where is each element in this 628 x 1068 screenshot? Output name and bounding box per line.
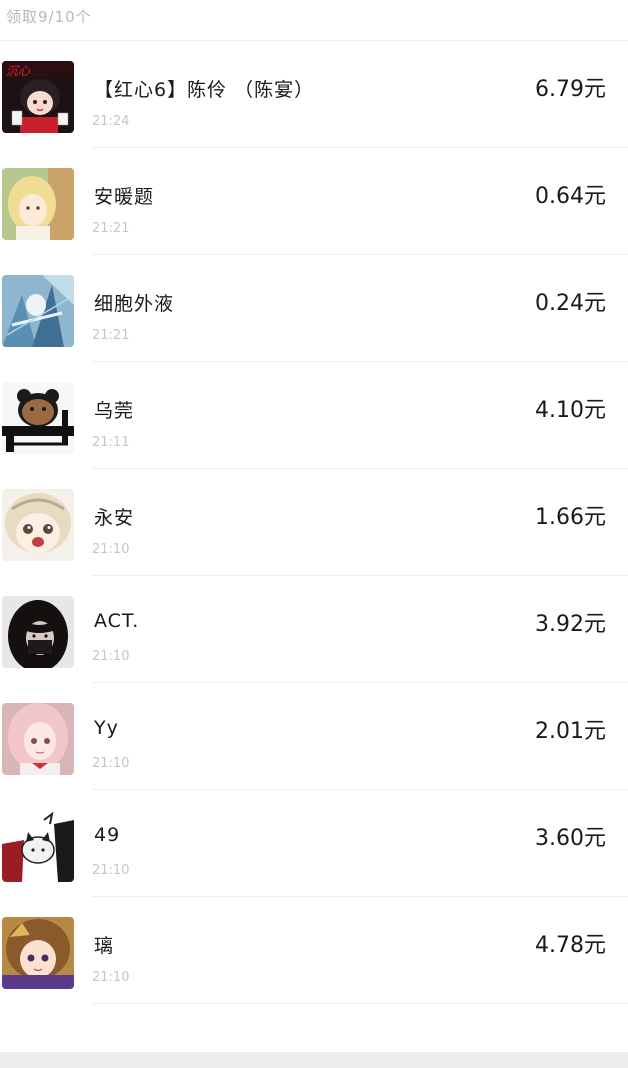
avatar-pink-anime-icon[interactable] (2, 703, 74, 775)
claim-time: 21:10 (92, 649, 130, 664)
avatar-blonde-girl-icon[interactable] (2, 168, 74, 240)
claim-count-text: 领取9/10个 (6, 8, 92, 26)
list-item[interactable]: 沉心 【红心6】陈伶 （陈宴） 21:24 6.79元 (2, 41, 628, 148)
claimer-name: 璃 (94, 935, 115, 957)
claim-amount: 0.24元 (535, 291, 606, 316)
claim-amount: 1.66元 (535, 505, 606, 530)
claimer-name: Yy (94, 717, 119, 739)
avatar-blue-fantasy-icon[interactable] (2, 275, 74, 347)
claim-amount: 2.01元 (535, 719, 606, 744)
claim-time: 21:10 (92, 756, 130, 771)
claimer-name: 细胞外液 (94, 293, 175, 315)
list-item[interactable]: 49 21:10 3.60元 (2, 790, 628, 897)
list-item[interactable]: Yy 21:10 2.01元 (2, 683, 628, 790)
list-item[interactable]: ACT. 21:10 3.92元 (2, 576, 628, 683)
list-item[interactable]: 璃 21:10 4.78元 (2, 897, 628, 1004)
avatar-bear-doodle-icon[interactable] (2, 382, 74, 454)
claim-time: 21:10 (92, 970, 130, 985)
claimer-name: 安暖题 (94, 186, 155, 208)
claim-time: 21:21 (92, 328, 130, 343)
claim-amount: 4.78元 (535, 933, 606, 958)
list-item[interactable]: 安暖题 21:21 0.64元 (2, 148, 628, 255)
claimer-name: 49 (94, 824, 121, 846)
claimer-name: 【红心6】陈伶 （陈宴） (94, 79, 315, 101)
claim-time: 21:10 (92, 542, 130, 557)
red-packet-claim-list-page: 领取9/10个 沉心 【红心6】陈伶 （陈宴） 21:24 6.79元 安暖题 … (0, 0, 628, 1068)
claim-amount: 4.10元 (535, 398, 606, 423)
claim-time: 21:24 (92, 114, 130, 129)
avatar-crying-chibi-icon[interactable] (2, 489, 74, 561)
claim-count-header: 领取9/10个 (0, 0, 628, 41)
list-item[interactable]: 乌莞 21:11 4.10元 (2, 362, 628, 469)
avatar-cat-sketch-icon[interactable] (2, 810, 74, 882)
claimer-name: ACT. (94, 610, 140, 632)
bottom-bar (0, 1052, 628, 1068)
list-item[interactable]: 永安 21:10 1.66元 (2, 469, 628, 576)
claimer-name: 永安 (94, 507, 135, 529)
claim-amount: 3.92元 (535, 612, 606, 637)
claim-amount: 0.64元 (535, 184, 606, 209)
avatar-anime-girl-icon[interactable] (2, 917, 74, 989)
claim-time: 21:10 (92, 863, 130, 878)
avatar-red-chibi-icon[interactable]: 沉心 (2, 61, 74, 133)
claim-list[interactable]: 沉心 【红心6】陈伶 （陈宴） 21:24 6.79元 安暖题 21:21 0.… (0, 41, 628, 1004)
claim-time: 21:11 (92, 435, 130, 450)
claim-time: 21:21 (92, 221, 130, 236)
svg-text:沉心: 沉心 (6, 64, 31, 78)
claim-amount: 6.79元 (535, 77, 606, 102)
claim-amount: 3.60元 (535, 826, 606, 851)
avatar-dark-hair-icon[interactable] (2, 596, 74, 668)
claimer-name: 乌莞 (94, 400, 135, 422)
list-item[interactable]: 细胞外液 21:21 0.24元 (2, 255, 628, 362)
